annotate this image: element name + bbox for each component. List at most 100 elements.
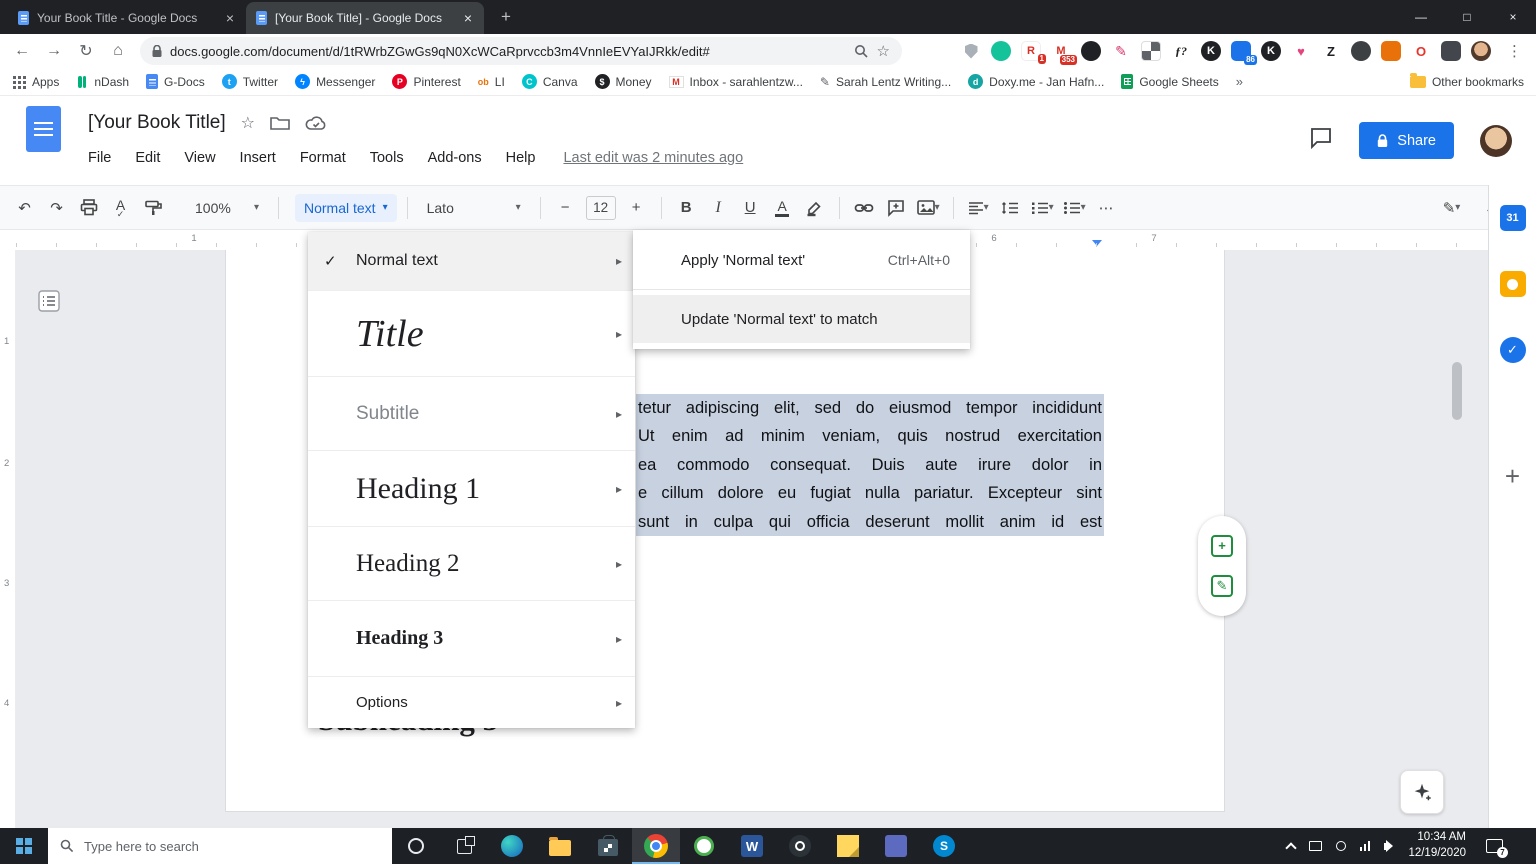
- browser-tab-active[interactable]: [Your Book Title] - Google Docs ×: [246, 2, 484, 34]
- grid-extension-icon[interactable]: [1141, 41, 1161, 61]
- scrollbar-thumb[interactable]: [1452, 362, 1462, 420]
- font-size-field[interactable]: 12: [586, 196, 616, 220]
- google-tasks-icon[interactable]: ✓: [1500, 337, 1526, 363]
- redo-button[interactable]: ↷: [42, 194, 71, 222]
- numbered-list-button[interactable]: ▾: [1028, 194, 1057, 222]
- bookmark-canva[interactable]: CCanva: [522, 74, 578, 89]
- address-bar[interactable]: docs.google.com/document/d/1tRWrbZGwGs9q…: [140, 37, 902, 65]
- start-button[interactable]: [0, 828, 48, 864]
- line-spacing-button[interactable]: [996, 194, 1025, 222]
- document-title[interactable]: [Your Book Title]: [88, 112, 226, 134]
- action-center-icon[interactable]: 7: [1486, 839, 1503, 853]
- selected-text-line[interactable]: e cillum dolore eu fugiat nulla pariatur…: [636, 479, 1104, 507]
- puzzle-extension-icon[interactable]: [1441, 41, 1461, 61]
- bookmark-inbox[interactable]: MInbox - sarahlentzw...: [669, 75, 803, 89]
- chrome-taskbar-button[interactable]: [632, 828, 680, 864]
- menu-file[interactable]: File: [88, 150, 111, 166]
- selected-paragraph[interactable]: tetur adipiscing elit, sed do eiusmod te…: [636, 394, 1104, 536]
- extension-icon[interactable]: ƒ?: [1171, 41, 1191, 61]
- menu-item-heading-2[interactable]: Heading 2 ▸: [308, 526, 635, 600]
- highlight-color-button[interactable]: [800, 194, 829, 222]
- bookmark-star-icon[interactable]: ☆: [877, 42, 890, 60]
- microsoft-store-button[interactable]: [584, 828, 632, 864]
- star-document-icon[interactable]: ☆: [241, 113, 255, 133]
- italic-button[interactable]: I: [704, 194, 733, 222]
- align-button[interactable]: ▾: [964, 194, 993, 222]
- menu-item-heading-3[interactable]: Heading 3 ▸: [308, 600, 635, 676]
- home-button[interactable]: ⌂: [104, 37, 132, 65]
- sticky-notes-button[interactable]: [824, 828, 872, 864]
- more-tools-button[interactable]: ⋯: [1092, 194, 1121, 222]
- selected-text-line[interactable]: ea commodo consequat. Duis aute irure do…: [636, 451, 1104, 479]
- reload-button[interactable]: ↻: [72, 37, 100, 65]
- insert-link-button[interactable]: [850, 194, 879, 222]
- mail-extension-icon[interactable]: M353: [1051, 41, 1071, 61]
- shield-extension-icon[interactable]: [961, 41, 981, 61]
- bookmark-twitter[interactable]: tTwitter: [222, 74, 278, 89]
- move-folder-icon[interactable]: [270, 115, 290, 131]
- quick-add-comment-button[interactable]: +: [1211, 535, 1233, 557]
- bulleted-list-button[interactable]: ▾: [1060, 194, 1089, 222]
- window-close-button[interactable]: ×: [1490, 0, 1536, 34]
- bold-button[interactable]: B: [672, 194, 701, 222]
- browser-menu-icon[interactable]: ⋮: [1501, 42, 1528, 60]
- grammarly-extension-icon[interactable]: [991, 41, 1011, 61]
- menu-item-normal-text[interactable]: ✓ Normal text ▸: [308, 232, 635, 290]
- styles-select[interactable]: Normal text▾: [295, 194, 397, 222]
- extension-icon[interactable]: R1: [1021, 41, 1041, 61]
- extension-icon[interactable]: O: [1411, 41, 1431, 61]
- word-taskbar-button[interactable]: W: [728, 828, 776, 864]
- share-button[interactable]: Share: [1359, 122, 1454, 159]
- undo-button[interactable]: ↶: [10, 194, 39, 222]
- extension-icon[interactable]: K: [1201, 41, 1221, 61]
- forward-button[interactable]: →: [40, 37, 68, 65]
- tray-status-icon[interactable]: [1336, 841, 1346, 851]
- menu-item-heading-1[interactable]: Heading 1 ▸: [308, 450, 635, 526]
- taskbar-clock[interactable]: 10:34 AM 12/19/2020: [1408, 830, 1466, 861]
- increase-font-size-button[interactable]: +: [622, 194, 651, 222]
- bookmark-doxy[interactable]: dDoxy.me - Jan Hafn...: [968, 74, 1104, 89]
- cortana-button[interactable]: [392, 828, 440, 864]
- editing-mode-button[interactable]: ✎▾: [1437, 194, 1466, 222]
- bookmark-li[interactable]: obLI: [478, 75, 505, 89]
- docs-profile-avatar[interactable]: [1480, 125, 1512, 157]
- file-explorer-button[interactable]: [536, 828, 584, 864]
- bookmark-apps[interactable]: Apps: [12, 75, 59, 89]
- selected-text-line[interactable]: sunt in culpa qui officia deserunt molli…: [636, 508, 1104, 536]
- menu-item-subtitle[interactable]: Subtitle ▸: [308, 376, 635, 450]
- pen-extension-icon[interactable]: ✎: [1111, 41, 1131, 61]
- app-taskbar-button[interactable]: [872, 828, 920, 864]
- extension-icon[interactable]: 86: [1231, 41, 1251, 61]
- bookmark-writing[interactable]: ✎Sarah Lentz Writing...: [820, 75, 951, 89]
- window-maximize-button[interactable]: □: [1444, 0, 1490, 34]
- bookmarks-overflow-chevron[interactable]: »: [1236, 74, 1243, 89]
- open-comments-icon[interactable]: [1309, 127, 1333, 154]
- insert-image-button[interactable]: ▾: [914, 194, 943, 222]
- app-taskbar-button[interactable]: [680, 828, 728, 864]
- menu-item-options[interactable]: Options ▸: [308, 676, 635, 728]
- back-button[interactable]: ←: [8, 37, 36, 65]
- print-button[interactable]: [74, 194, 103, 222]
- google-calendar-icon[interactable]: 31: [1500, 205, 1526, 231]
- app-taskbar-button[interactable]: [776, 828, 824, 864]
- task-view-button[interactable]: [440, 828, 488, 864]
- menu-insert[interactable]: Insert: [240, 150, 276, 166]
- explore-button[interactable]: [1400, 770, 1444, 814]
- extension-icon[interactable]: [1081, 41, 1101, 61]
- decrease-font-size-button[interactable]: −: [551, 194, 580, 222]
- other-bookmarks[interactable]: Other bookmarks: [1410, 75, 1524, 89]
- network-signal-icon[interactable]: [1360, 841, 1371, 851]
- bookmark-gdocs[interactable]: G-Docs: [146, 74, 205, 89]
- last-edit-link[interactable]: Last edit was 2 minutes ago: [563, 150, 743, 166]
- browser-tab-inactive[interactable]: Your Book Title - Google Docs ×: [8, 2, 246, 34]
- menu-edit[interactable]: Edit: [135, 150, 160, 166]
- selected-text-line[interactable]: Ut enim ad minim veniam, quis nostrud ex…: [636, 422, 1104, 450]
- google-keep-icon[interactable]: [1500, 271, 1526, 297]
- font-select[interactable]: Lato▾: [418, 194, 530, 222]
- menu-help[interactable]: Help: [506, 150, 536, 166]
- apply-normal-text-item[interactable]: Apply 'Normal text' Ctrl+Alt+0: [633, 236, 970, 284]
- menu-view[interactable]: View: [184, 150, 215, 166]
- selected-text-line[interactable]: tetur adipiscing elit, sed do eiusmod te…: [636, 394, 1104, 422]
- paint-format-button[interactable]: [138, 194, 167, 222]
- bookmark-ndash[interactable]: nDash: [76, 75, 129, 89]
